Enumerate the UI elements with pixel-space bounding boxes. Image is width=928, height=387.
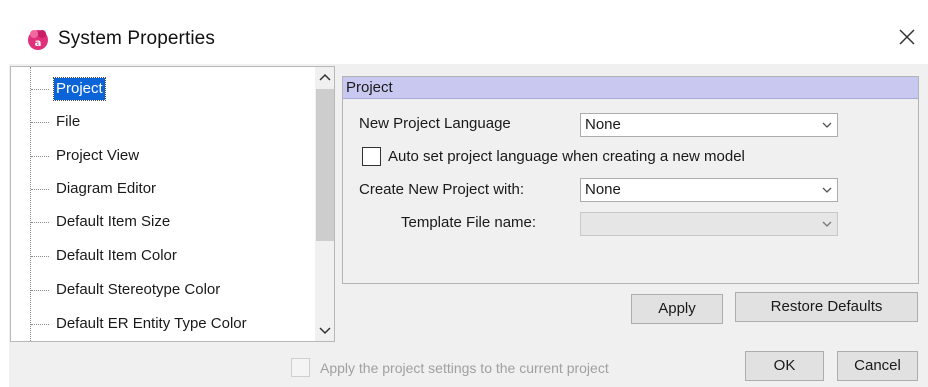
apply-to-current-project-label: Apply the project settings to the curren… [320,360,609,376]
select-value: None [585,181,621,198]
template-file-name-select[interactable] [580,212,838,236]
close-icon[interactable] [896,26,918,48]
apply-button[interactable]: Apply [631,294,723,324]
tree-branch-line [31,256,49,257]
tree-connector-line [30,67,31,341]
scrollbar-thumb[interactable] [316,89,334,241]
cancel-button[interactable]: Cancel [837,351,918,381]
app-icon: a [28,30,48,50]
tree-item-label: Default ER Entity Type Color [56,315,247,332]
auto-set-language-checkbox[interactable] [362,147,381,166]
tree-item-label: Project [53,77,106,101]
tree-branch-line [31,89,49,90]
chevron-down-icon [822,122,832,128]
apply-to-current-project-checkbox[interactable] [291,358,310,377]
template-file-name-label: Template File name: [401,214,537,231]
select-value: None [585,116,621,133]
project-settings-panel: Project New Project Language None Auto s… [342,76,919,284]
tree-item-label: Default Item Size [56,213,171,230]
ok-button[interactable]: OK [745,351,824,381]
tree-branch-line [31,189,49,190]
tree-item-label: File [56,113,81,130]
chevron-down-icon [822,187,832,193]
panel-header-title: Project [346,79,393,96]
svg-text:a: a [35,38,42,49]
chevron-down-icon[interactable] [315,319,335,341]
auto-set-language-label: Auto set project language when creating … [388,148,745,165]
restore-defaults-button[interactable]: Restore Defaults [735,292,918,322]
tree-branch-line [31,222,49,223]
tree-item-label: Diagram Editor [56,180,157,197]
window-title: System Properties [58,28,215,49]
settings-tree: Project File Project View Diagram Editor… [10,66,335,342]
tree-item-label: Default Stereotype Color [56,281,221,298]
new-project-language-select[interactable]: None [580,113,838,137]
chevron-down-icon [822,221,832,227]
new-project-language-label: New Project Language [359,115,511,132]
create-new-project-with-select[interactable]: None [580,178,838,202]
tree-item-label: Project View [56,147,140,164]
panel-header: Project [343,77,918,99]
tree-item-label: Default Item Color [56,247,177,264]
tree-branch-line [31,122,49,123]
tree-branch-line [31,290,49,291]
create-new-project-with-label: Create New Project with: [359,181,525,198]
tree-branch-line [31,156,49,157]
chevron-up-icon[interactable] [315,67,335,89]
tree-scrollbar[interactable] [315,67,335,341]
tree-branch-line [31,324,49,325]
